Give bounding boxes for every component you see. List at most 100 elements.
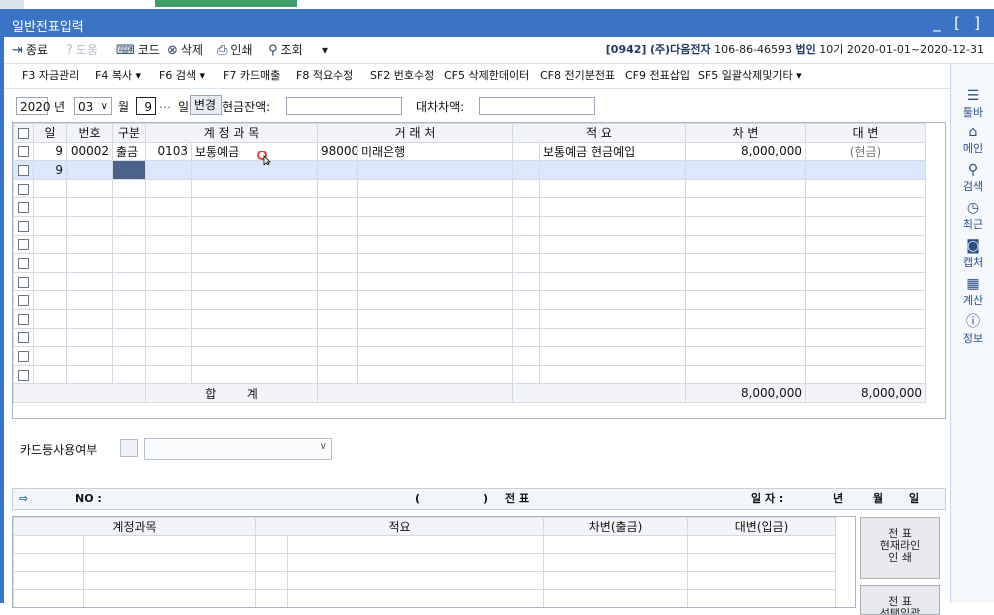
row-checkbox[interactable] bbox=[13, 346, 34, 366]
table-cell[interactable] bbox=[190, 178, 319, 199]
calculator-panel-button[interactable]: ▦ 계산 bbox=[951, 276, 994, 308]
table-cell[interactable] bbox=[190, 308, 319, 329]
year-input[interactable]: 2020 bbox=[16, 97, 51, 115]
table-cell[interactable] bbox=[112, 197, 146, 217]
fkey-search[interactable]: F6 검색 ▾ bbox=[159, 68, 205, 84]
table-cell[interactable] bbox=[190, 234, 319, 255]
table-cell[interactable] bbox=[66, 346, 113, 366]
table-cell[interactable] bbox=[805, 178, 927, 199]
delete-button[interactable]: ⊗ 삭제 bbox=[167, 41, 203, 59]
background-tab-green[interactable] bbox=[155, 0, 297, 7]
info-panel-button[interactable]: ⓘ 정보 bbox=[951, 314, 994, 346]
table-cell[interactable] bbox=[357, 364, 514, 385]
table-cell[interactable] bbox=[66, 197, 113, 217]
table-cell[interactable] bbox=[317, 290, 359, 310]
table-row[interactable]: 9 00002 출금 0103 보통예금 98000 미래은행 보통예금 현금예… bbox=[13, 141, 927, 162]
table-cell[interactable] bbox=[190, 271, 319, 292]
row-checkbox[interactable] bbox=[13, 197, 34, 217]
print-selected-bulk-button[interactable]: 전 표 선택일괄 bbox=[860, 585, 940, 615]
fkey-copy[interactable]: F4 복사 ▾ bbox=[95, 68, 141, 84]
detail-row[interactable] bbox=[13, 535, 837, 554]
table-cell[interactable] bbox=[805, 346, 927, 366]
table-cell[interactable] bbox=[805, 253, 927, 273]
cell-customer-code[interactable] bbox=[317, 160, 359, 180]
table-cell[interactable] bbox=[685, 271, 807, 292]
table-row-empty[interactable] bbox=[13, 197, 927, 217]
cell-description[interactable] bbox=[539, 160, 687, 180]
table-row-empty[interactable] bbox=[13, 234, 927, 255]
select-all-checkbox[interactable] bbox=[13, 123, 34, 143]
table-cell[interactable] bbox=[190, 290, 319, 310]
table-cell[interactable] bbox=[685, 364, 807, 385]
table-cell[interactable] bbox=[145, 327, 192, 348]
table-cell[interactable] bbox=[112, 234, 146, 255]
more-dropdown[interactable]: ▾ bbox=[322, 41, 328, 59]
table-cell[interactable] bbox=[512, 364, 541, 385]
card-usage-checkbox[interactable] bbox=[120, 439, 138, 457]
table-cell[interactable] bbox=[805, 364, 927, 385]
table-cell[interactable] bbox=[145, 253, 192, 273]
minimize-icon[interactable]: _ bbox=[926, 12, 948, 34]
table-cell[interactable] bbox=[685, 346, 807, 366]
print-button[interactable]: ⎙ 인쇄 bbox=[217, 41, 253, 59]
table-cell[interactable] bbox=[33, 308, 67, 329]
table-row-selected[interactable]: 9 bbox=[13, 160, 927, 180]
table-cell[interactable] bbox=[539, 215, 687, 236]
cell-description[interactable]: 보통예금 현금예입 bbox=[539, 141, 687, 162]
table-cell[interactable] bbox=[805, 327, 927, 348]
table-cell[interactable] bbox=[357, 253, 514, 273]
row-checkbox[interactable] bbox=[13, 178, 34, 199]
toolbar-panel-button[interactable]: ☰ 툴바 bbox=[951, 88, 994, 120]
cell-debit[interactable] bbox=[685, 160, 807, 180]
table-cell[interactable] bbox=[539, 253, 687, 273]
cell-debit[interactable]: 8,000,000 bbox=[685, 141, 807, 162]
day-input[interactable]: 9 bbox=[136, 97, 156, 115]
table-cell[interactable] bbox=[512, 253, 541, 273]
cell-customer-code[interactable]: 98000 bbox=[317, 141, 359, 162]
table-cell[interactable] bbox=[33, 215, 67, 236]
table-cell[interactable] bbox=[66, 178, 113, 199]
table-cell[interactable] bbox=[539, 178, 687, 199]
cell-account-code[interactable]: 0103 bbox=[145, 141, 192, 162]
code-button[interactable]: ⌨ 코드 bbox=[116, 41, 160, 59]
row-checkbox[interactable] bbox=[13, 327, 34, 348]
table-cell[interactable] bbox=[33, 327, 67, 348]
table-cell[interactable] bbox=[539, 327, 687, 348]
background-tab[interactable] bbox=[0, 0, 24, 9]
cell-day[interactable]: 9 bbox=[33, 160, 67, 180]
table-cell[interactable] bbox=[357, 346, 514, 366]
table-row-empty[interactable] bbox=[13, 271, 927, 292]
row-checkbox[interactable] bbox=[13, 364, 34, 385]
cell-account-name[interactable] bbox=[190, 160, 319, 180]
table-cell[interactable] bbox=[512, 234, 541, 255]
table-cell[interactable] bbox=[145, 346, 192, 366]
table-cell[interactable] bbox=[190, 197, 319, 217]
table-cell[interactable] bbox=[33, 197, 67, 217]
table-cell[interactable] bbox=[145, 290, 192, 310]
table-cell[interactable] bbox=[805, 308, 927, 329]
table-cell[interactable] bbox=[357, 197, 514, 217]
fkey-edit-desc[interactable]: F8 적요수정 bbox=[296, 68, 353, 84]
cell-type[interactable]: 출금 bbox=[112, 141, 146, 162]
row-checkbox[interactable] bbox=[13, 234, 34, 255]
cell-credit[interactable]: (현금) bbox=[805, 141, 927, 162]
table-cell[interactable] bbox=[539, 364, 687, 385]
search-panel-button[interactable]: ⚲ 검색 bbox=[951, 162, 994, 194]
table-cell[interactable] bbox=[145, 215, 192, 236]
card-usage-select[interactable]: ∨ bbox=[144, 438, 332, 460]
cell-credit[interactable] bbox=[805, 160, 927, 180]
cell-type-active[interactable] bbox=[112, 160, 146, 180]
table-cell[interactable] bbox=[317, 197, 359, 217]
table-cell[interactable] bbox=[145, 364, 192, 385]
table-cell[interactable] bbox=[539, 308, 687, 329]
table-cell[interactable] bbox=[317, 215, 359, 236]
cell-number[interactable] bbox=[66, 160, 113, 180]
row-checkbox[interactable] bbox=[13, 271, 34, 292]
table-cell[interactable] bbox=[357, 234, 514, 255]
print-current-line-button[interactable]: 전 표 현재라인 인 쇄 bbox=[860, 517, 940, 579]
main-panel-button[interactable]: ⌂ 메인 bbox=[951, 124, 994, 156]
table-cell[interactable] bbox=[539, 290, 687, 310]
cell-number[interactable]: 00002 bbox=[66, 141, 113, 162]
table-cell[interactable] bbox=[805, 271, 927, 292]
table-cell[interactable] bbox=[66, 327, 113, 348]
